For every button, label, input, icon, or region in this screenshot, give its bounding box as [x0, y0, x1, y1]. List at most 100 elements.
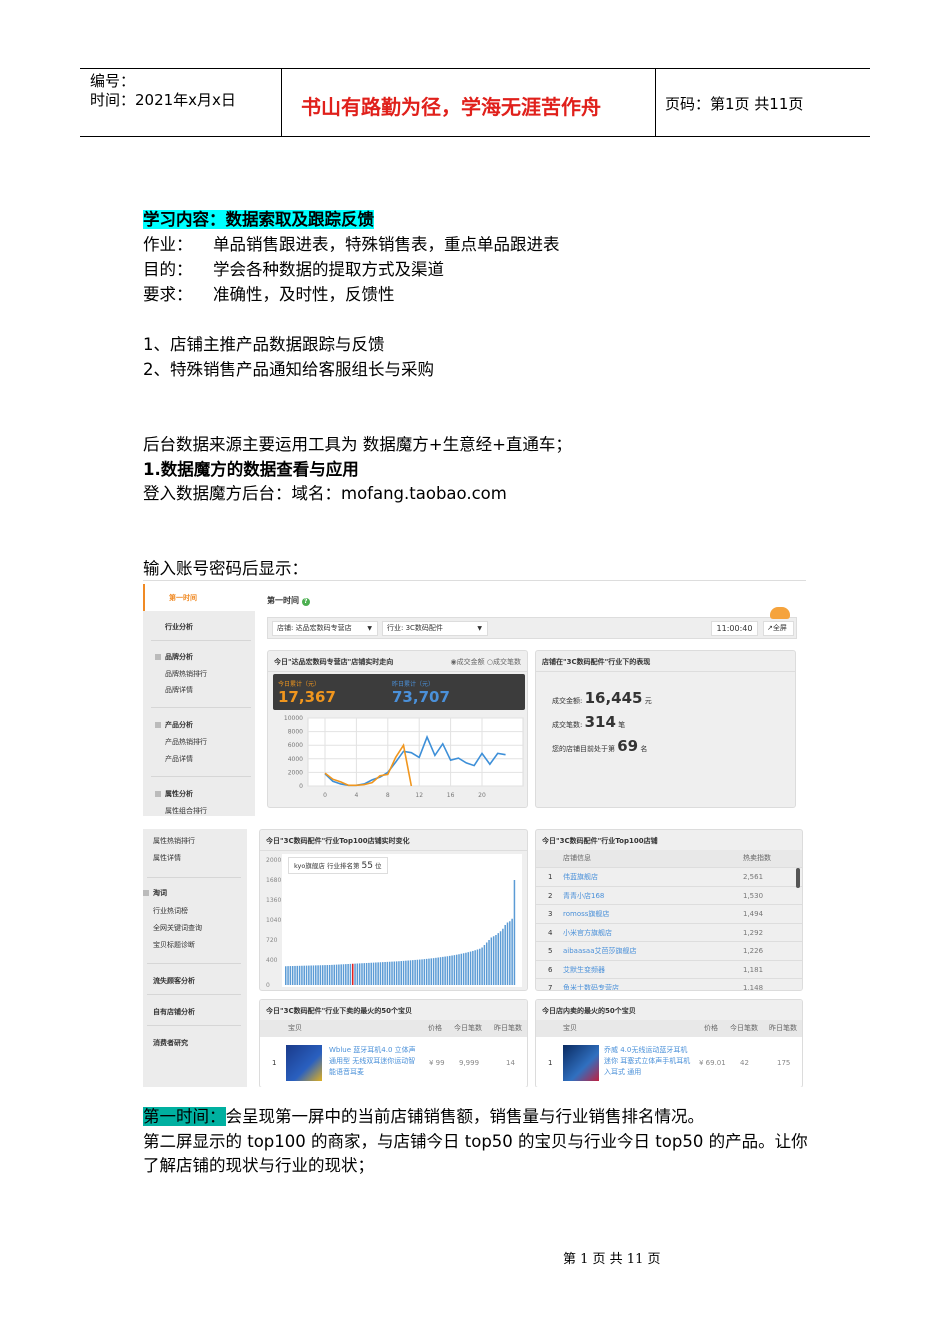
plot-area: [307, 717, 524, 787]
bar: [437, 957, 439, 985]
sidebar-item-attribute-combo[interactable]: 属性组合排行: [165, 806, 207, 816]
bar: [430, 958, 433, 985]
bar: [499, 931, 502, 985]
sidebar-item-first-time[interactable]: 第一时间: [143, 584, 255, 611]
table-row[interactable]: 1 乔威 4.0无线运动蓝牙耳机 迷你 耳塞式立体声手机耳机 入耳式 通用 ¥ …: [536, 1037, 802, 1087]
bar: [485, 942, 488, 985]
bar: [335, 964, 338, 985]
table-row[interactable]: 6 艾默生变频器 1,181: [536, 959, 802, 978]
table-row[interactable]: 7 鱼米士数码专营店 1,148: [536, 978, 802, 990]
top100-chart-panel: 今日"3C数码配件"行业Top100店铺实时变化 0 400 720 1040 1360…: [259, 829, 528, 991]
table-row[interactable]: 5 aibaasaa艾芭莎旗舰店 1,226: [536, 941, 802, 960]
bar: [414, 959, 416, 985]
bar: [370, 962, 372, 985]
shop-select[interactable]: 店铺: 达品宏数码专营店 ▼: [272, 621, 378, 636]
time-label: 时间：2021年x月x日: [90, 91, 236, 109]
section-heading: 学习内容：数据索取及跟踪反馈: [143, 210, 374, 229]
shop-link: 艾默生变频器: [563, 965, 605, 974]
shop-link: aibaasaa艾芭莎旗舰店: [563, 947, 637, 955]
sidebar-item[interactable]: 消费者研究: [153, 1038, 188, 1048]
bar: [296, 965, 299, 985]
bar: [444, 956, 446, 985]
fullscreen-button[interactable]: ↗全屏: [763, 621, 794, 636]
bar: [483, 945, 486, 985]
bar: [386, 961, 389, 985]
bar: [513, 880, 516, 985]
table-row[interactable]: 2 青青小店168 1,530: [536, 885, 802, 904]
metric-radio[interactable]: ◉成交金额 ○成交笔数: [451, 657, 521, 667]
page-title: 第一时间 ?: [267, 595, 310, 606]
sidebar-item-industry[interactable]: 行业分析: [165, 622, 193, 632]
bar: [402, 960, 405, 985]
bar: [303, 965, 305, 985]
sidebar-item[interactable]: 属性热销排行: [153, 836, 195, 846]
table-row[interactable]: 3 romoss旗舰店 1,494: [536, 904, 802, 923]
bar: [400, 961, 403, 985]
bar: [361, 963, 363, 985]
bar: [488, 940, 490, 985]
list-item: 2、特殊销售产品通知给客服组长与采购: [143, 360, 434, 379]
table-row[interactable]: 4 小米官方旗舰店 1,292: [536, 922, 802, 941]
bar: [358, 963, 361, 985]
y-tick-label: 6000: [288, 742, 303, 749]
bar: [319, 965, 322, 985]
sidebar-item-brand-detail[interactable]: 品牌详情: [165, 685, 193, 695]
bar: [315, 965, 317, 985]
bar: [412, 960, 414, 985]
bar: [455, 954, 458, 985]
bar: [321, 965, 324, 985]
table-row[interactable]: 1 伟蓝旗舰店 2,561: [536, 867, 802, 886]
x-tick-label: 8: [386, 792, 390, 799]
bar: [504, 925, 506, 985]
sidebar-item-product-rank[interactable]: 产品热销排行: [165, 737, 207, 747]
assignment-row: 作业： 单品销售跟进表，特殊销售表，重点单品跟进表: [143, 235, 560, 254]
bar: [349, 963, 352, 985]
x-tick-label: 20: [478, 792, 486, 799]
bar: [301, 965, 303, 985]
bar: [418, 959, 421, 985]
bar: [425, 958, 428, 985]
sidebar-item-taoci[interactable]: 淘词: [143, 888, 167, 898]
product-link: Wblue 蓝牙耳机4.0 立体声 通用型 无线双耳迷你运动智能语音耳麦: [329, 1046, 416, 1076]
bar: [368, 962, 370, 985]
sidebar-item[interactable]: 宝贝标题诊断: [153, 940, 195, 950]
bar: [379, 962, 382, 985]
bar: [409, 960, 412, 985]
y-tick-label: 0: [299, 783, 303, 790]
y-tick-label: 1040: [266, 917, 281, 924]
bar: [298, 965, 301, 985]
bar: [391, 961, 393, 985]
bar: [294, 965, 296, 985]
sidebar-item[interactable]: 全网关键词查询: [153, 923, 202, 933]
page-label: 页码：第1页 共11页: [665, 95, 804, 113]
table-row[interactable]: 1 Wblue 蓝牙耳机4.0 立体声 通用型 无线双耳迷你运动智能语音耳麦 ¥…: [260, 1037, 527, 1087]
industry-select[interactable]: 行业: 3C数码配件 ▼: [382, 621, 488, 636]
bar: [479, 948, 481, 985]
bar: [509, 921, 511, 985]
bar: [393, 961, 396, 985]
sidebar-item[interactable]: 自有店铺分析: [153, 1007, 195, 1017]
sidebar-item[interactable]: 流失顾客分析: [153, 976, 195, 986]
bar: [451, 955, 453, 985]
collapse-icon: [155, 654, 161, 660]
bar: [354, 963, 356, 985]
sidebar-item[interactable]: 属性详情: [153, 853, 181, 863]
bar: [467, 952, 469, 985]
page-footer: 第 1 页 共 11 页: [563, 1252, 661, 1267]
bar: [469, 951, 472, 985]
sidebar-item-brand-rank[interactable]: 品牌热销排行: [165, 669, 207, 679]
bar: [312, 965, 315, 985]
section-title: 1.数据魔方的数据查看与应用: [143, 460, 359, 479]
bar: [331, 964, 333, 985]
sidebar-item[interactable]: 行业热词榜: [153, 906, 188, 916]
bar: [421, 959, 423, 985]
product-thumbnail: [563, 1045, 599, 1081]
scrollbar[interactable]: [796, 868, 800, 888]
sidebar-item-brand[interactable]: 品牌分析: [155, 652, 193, 662]
sidebar-item-attribute[interactable]: 属性分析: [155, 789, 193, 799]
sidebar-item-product[interactable]: 产品分析: [155, 720, 193, 730]
sidebar-item-product-detail[interactable]: 产品详情: [165, 754, 193, 764]
y-tick-label: 0: [266, 982, 270, 989]
y-tick-label: 720: [266, 937, 278, 944]
bar: [398, 961, 400, 985]
